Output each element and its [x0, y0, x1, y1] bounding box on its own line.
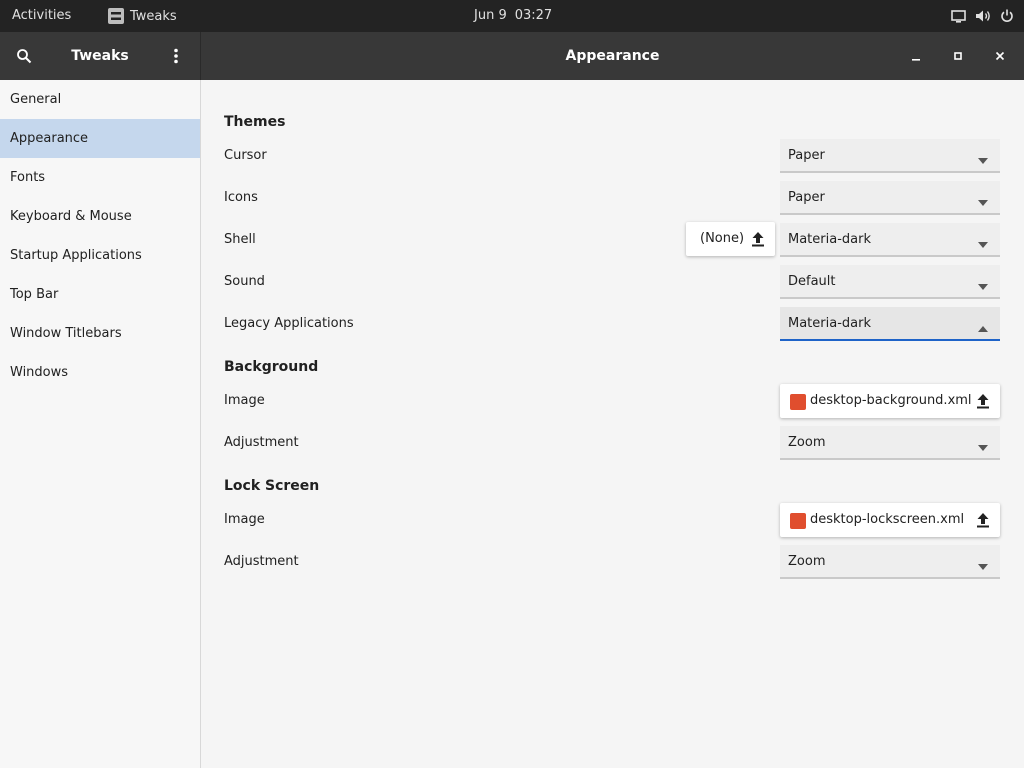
system-tray[interactable]	[951, 0, 1014, 32]
page-title: Appearance	[565, 48, 660, 64]
upload-icon	[976, 393, 990, 413]
themes-section-title: Themes	[224, 114, 286, 130]
icons-label: Icons	[224, 190, 258, 205]
lockscreen-image-filename: desktop-lockscreen.xml	[810, 512, 965, 527]
sidebar-item-startup-applications[interactable]: Startup Applications	[0, 236, 200, 275]
volume-icon[interactable]	[975, 9, 991, 23]
sidebar-item-windows[interactable]: Windows	[0, 353, 200, 392]
activities-button[interactable]: Activities	[12, 0, 71, 32]
screen-icon[interactable]	[951, 9, 966, 23]
sound-theme-combo[interactable]: Default	[780, 265, 1000, 299]
lockscreen-adjustment-label: Adjustment	[224, 554, 299, 569]
shell-file-none-label: (None)	[700, 231, 745, 246]
chevron-down-icon	[978, 195, 988, 210]
sidebar-header: Tweaks	[0, 32, 200, 80]
chevron-down-icon	[978, 279, 988, 294]
legacy-applications-combo[interactable]: Materia-dark	[780, 307, 1000, 341]
shell-label: Shell	[224, 232, 256, 247]
background-adjustment-combo[interactable]: Zoom	[780, 426, 1000, 460]
lockscreen-adjustment-value: Zoom	[788, 554, 826, 569]
shell-theme-value: Materia-dark	[788, 232, 871, 247]
sidebar-item-general[interactable]: General	[0, 80, 200, 119]
lockscreen-image-label: Image	[224, 512, 265, 527]
background-section-title: Background	[224, 359, 319, 375]
xml-file-icon	[790, 513, 806, 529]
clock-date: Jun 9	[474, 8, 507, 23]
legacy-applications-value: Materia-dark	[788, 316, 871, 331]
chevron-down-icon	[978, 237, 988, 252]
close-icon[interactable]	[988, 44, 1012, 68]
sidebar: General Appearance Fonts Keyboard & Mous…	[0, 80, 201, 768]
sound-label: Sound	[224, 274, 265, 289]
lockscreen-adjustment-combo[interactable]: Zoom	[780, 545, 1000, 579]
chevron-up-icon	[978, 321, 988, 336]
xml-file-icon	[790, 394, 806, 410]
shell-theme-file-button[interactable]: (None)	[686, 222, 775, 256]
header-bar: Tweaks Appearance	[0, 32, 1024, 80]
sidebar-title: Tweaks	[71, 48, 129, 64]
background-image-button[interactable]: desktop-background.xml	[780, 384, 1000, 418]
background-image-filename: desktop-background.xml	[810, 393, 972, 408]
search-icon[interactable]	[12, 44, 36, 68]
background-adjustment-value: Zoom	[788, 435, 826, 450]
cursor-theme-combo[interactable]: Paper	[780, 139, 1000, 173]
maximize-icon[interactable]	[946, 44, 970, 68]
main-content: Themes Cursor Paper Icons Paper Shell (N…	[201, 80, 1024, 768]
sidebar-item-top-bar[interactable]: Top Bar	[0, 275, 200, 314]
sidebar-item-appearance[interactable]: Appearance	[0, 119, 200, 158]
chevron-down-icon	[978, 153, 988, 168]
icons-theme-value: Paper	[788, 190, 825, 205]
app-menu-label: Tweaks	[130, 8, 177, 24]
upload-icon	[976, 512, 990, 532]
sidebar-item-keyboard-mouse[interactable]: Keyboard & Mouse	[0, 197, 200, 236]
background-adjustment-label: Adjustment	[224, 435, 299, 450]
chevron-down-icon	[978, 559, 988, 574]
lockscreen-image-button[interactable]: desktop-lockscreen.xml	[780, 503, 1000, 537]
sidebar-item-fonts[interactable]: Fonts	[0, 158, 200, 197]
shell-theme-combo[interactable]: Materia-dark	[780, 223, 1000, 257]
app-menu[interactable]: Tweaks	[108, 0, 177, 32]
lockscreen-section-title: Lock Screen	[224, 478, 320, 494]
top-bar: Activities Tweaks Jun 9 03:27	[0, 0, 1024, 32]
cursor-theme-value: Paper	[788, 148, 825, 163]
sound-theme-value: Default	[788, 274, 836, 289]
power-icon[interactable]	[1000, 9, 1014, 23]
legacy-applications-label: Legacy Applications	[224, 316, 354, 331]
sidebar-item-window-titlebars[interactable]: Window Titlebars	[0, 314, 200, 353]
clock[interactable]: Jun 9 03:27	[474, 0, 552, 32]
upload-icon	[751, 231, 765, 251]
clock-time: 03:27	[514, 8, 553, 23]
chevron-down-icon	[978, 440, 988, 455]
background-image-label: Image	[224, 393, 265, 408]
icons-theme-combo[interactable]: Paper	[780, 181, 1000, 215]
tweaks-app-icon	[108, 8, 124, 24]
minimize-icon[interactable]	[904, 44, 928, 68]
cursor-label: Cursor	[224, 148, 267, 163]
menu-dots-icon[interactable]	[164, 44, 188, 68]
